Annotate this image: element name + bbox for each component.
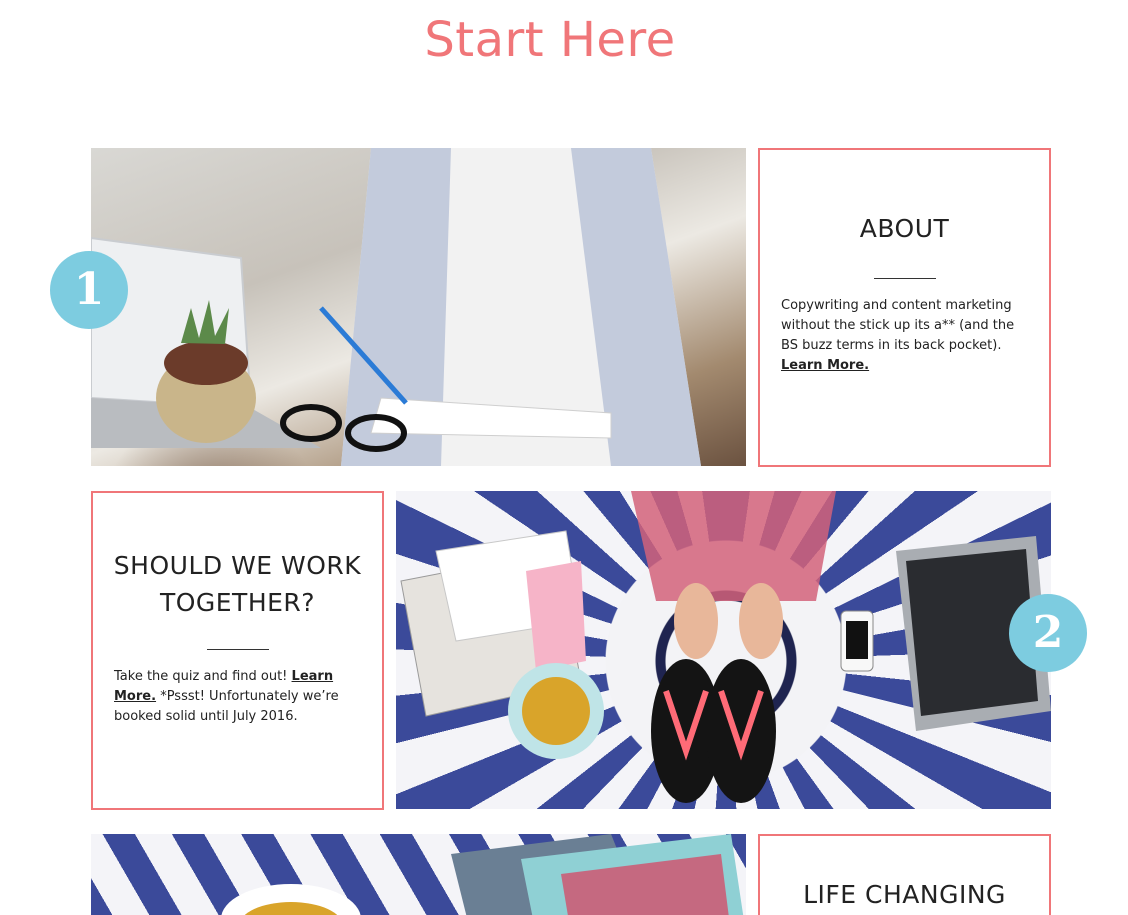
work-together-description: Take the quiz and find out! Learn More. … xyxy=(114,667,364,727)
work-together-card: SHOULD WE WORK TOGETHER? Take the quiz a… xyxy=(91,491,384,810)
about-heading: ABOUT xyxy=(859,214,950,243)
about-card: ABOUT Copywriting and content marketing … xyxy=(758,148,1051,467)
about-body-text: Copywriting and content marketing withou… xyxy=(781,298,1015,353)
step-one-badge: 1 xyxy=(50,251,128,329)
woman-writing-photo[interactable] xyxy=(91,148,746,466)
tea-magazines-illustration xyxy=(221,834,744,915)
about-divider xyxy=(874,278,936,279)
woman-writing-illustration xyxy=(91,148,701,466)
start-here-page: Start Here ABOUT Copywriting and content… xyxy=(0,0,1128,915)
flatlay-illustration xyxy=(400,491,1051,803)
work-together-divider xyxy=(207,649,269,650)
flatlay-photo[interactable] xyxy=(396,491,1051,809)
step-two-badge: 2 xyxy=(1009,594,1087,672)
about-description: Copywriting and content marketing withou… xyxy=(781,296,1031,376)
work-together-heading: SHOULD WE WORK TOGETHER? xyxy=(113,551,362,617)
tea-magazines-photo[interactable] xyxy=(91,834,746,915)
life-changing-heading: LIFE CHANGING xyxy=(803,880,1006,909)
life-changing-card: LIFE CHANGING xyxy=(758,834,1051,915)
about-learn-more-link[interactable]: Learn More. xyxy=(781,358,869,373)
work-body-prefix: Take the quiz and find out! xyxy=(114,669,288,684)
page-title: Start Here xyxy=(424,12,676,68)
